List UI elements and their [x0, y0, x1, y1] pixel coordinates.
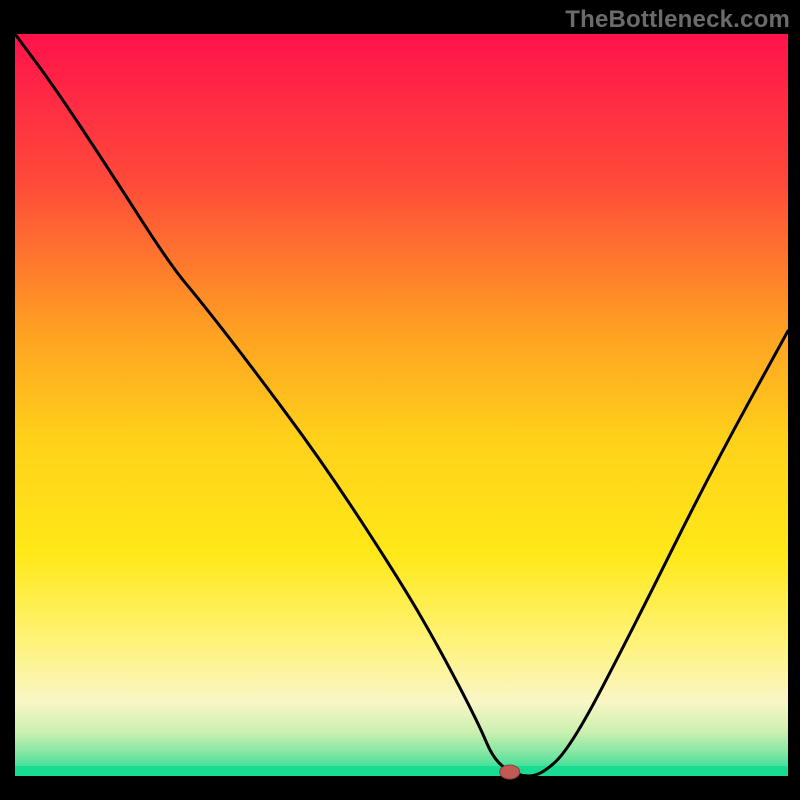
optimal-point-marker: [500, 765, 520, 779]
green-band: [15, 766, 788, 776]
watermark-text: TheBottleneck.com: [565, 6, 790, 34]
bottleneck-chart: [0, 0, 800, 800]
chart-background-gradient: [15, 34, 788, 776]
chart-frame: TheBottleneck.com: [0, 0, 800, 800]
